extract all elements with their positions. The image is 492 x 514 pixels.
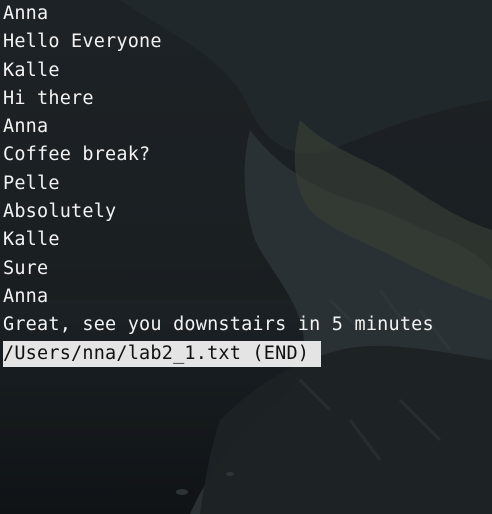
output-line-speaker: Anna (3, 116, 49, 138)
output-line-message: Great, see you downstairs in 5 minutes (3, 314, 434, 336)
output-line-speaker: Anna (3, 285, 49, 307)
output-line-speaker: Pelle (3, 172, 60, 194)
output-line-message: Coffee break? (3, 144, 151, 166)
output-line-message: Sure (3, 257, 49, 279)
pager-status-line: /Users/nna/lab2_1.txt (END) (3, 340, 322, 367)
output-line-message: Hi there (3, 87, 94, 109)
output-line-speaker: Kalle (3, 59, 60, 81)
output-line-speaker: Kalle (3, 229, 60, 251)
output-line-message: Hello Everyone (3, 31, 162, 53)
output-line-message: Absolutely (3, 201, 117, 223)
output-line-speaker: Anna (3, 3, 49, 24)
terminal-pager-window[interactable]: Anna Hello Everyone Kalle Hi there Anna … (0, 0, 492, 514)
